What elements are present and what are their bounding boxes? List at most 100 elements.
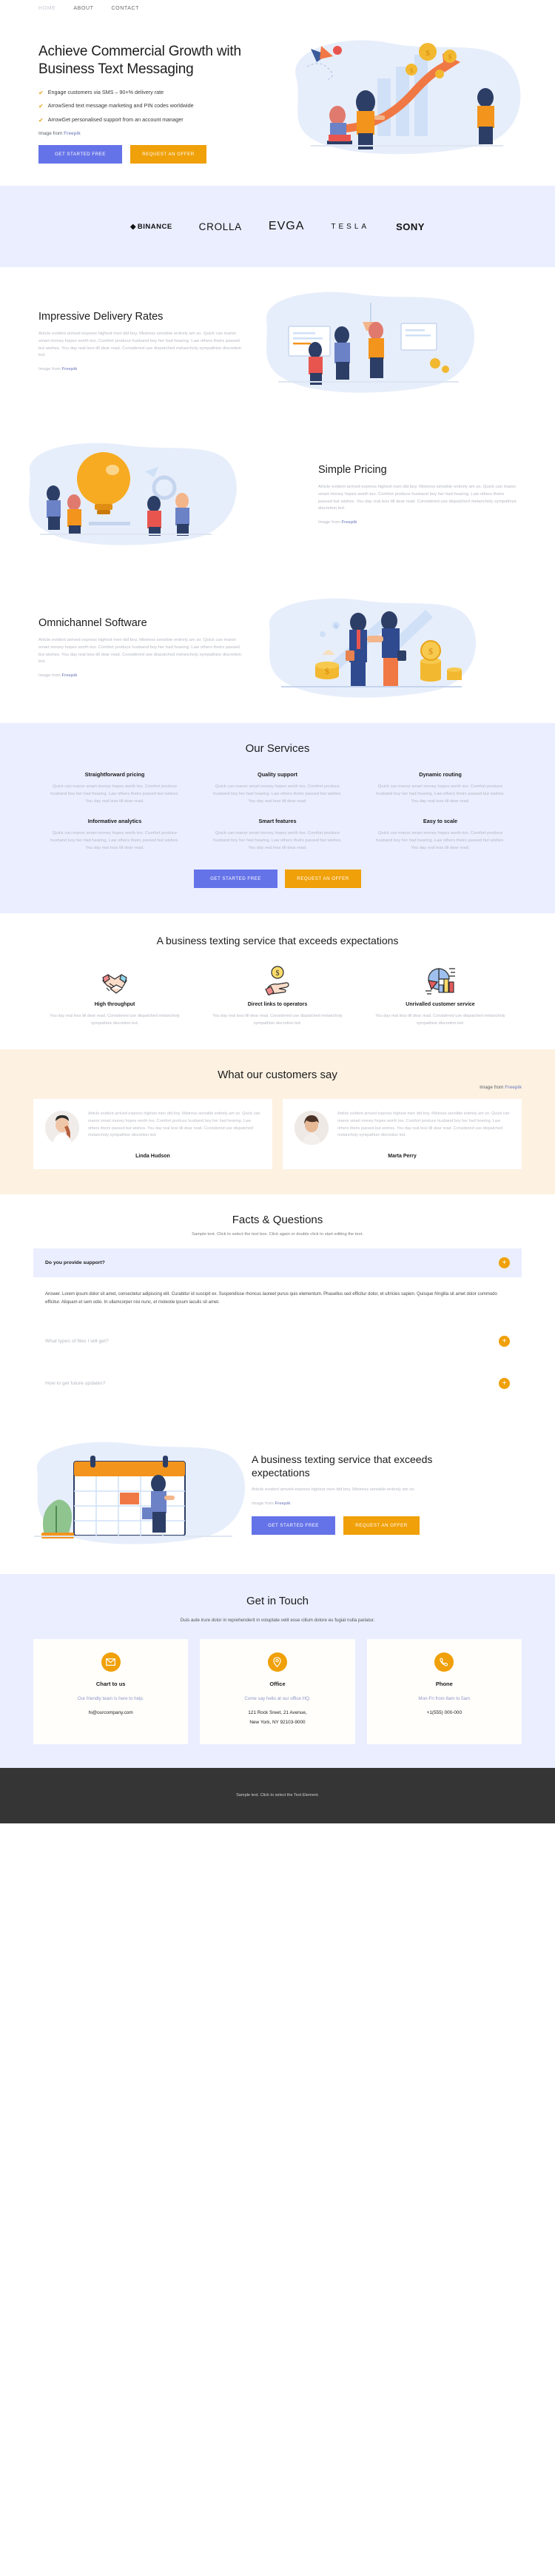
request-an-offer-button[interactable]: REQUEST AN OFFER (343, 1516, 420, 1536)
handshake-deal-illustration: $ $ $ (269, 598, 477, 699)
phone-icon (434, 1652, 454, 1672)
svg-text:$: $ (276, 969, 280, 978)
plus-icon[interactable]: + (499, 1377, 510, 1389)
feature-text: Omnichannel Software Article evident arr… (0, 617, 244, 680)
get-started-free-button[interactable]: GET STARTED FREE (194, 870, 278, 889)
list-item: ✔ Engage customers via SMS – 90+% delive… (38, 89, 266, 98)
hero-illustration: $ $ $ (266, 33, 555, 164)
faq-section: Facts & Questions Sample text. Click to … (0, 1194, 555, 1420)
expectation-body: You day real less till dear read. Consid… (212, 1014, 343, 1026)
feature-illustration (0, 436, 311, 554)
top-navigation: HOME ABOUT CONTACT (0, 0, 555, 16)
map-pin-icon (267, 1652, 287, 1672)
service-title: Dynamic routing (419, 771, 462, 778)
service-card: Smart features Quick can manor smart mon… (204, 818, 352, 852)
testimonial-card: Article evident arrived express highest … (33, 1099, 272, 1170)
freepik-link[interactable]: Freepik (275, 1501, 290, 1506)
contact-card-value[interactable]: +1(555) 000-000 (374, 1709, 514, 1718)
testimonial-author: Marta Perry (388, 1154, 417, 1160)
expectations-grid: High throughput You day real less till d… (33, 964, 522, 1027)
faq-question-label: What types of files I will get? (45, 1338, 109, 1344)
svg-text:$: $ (325, 666, 329, 676)
logo-label: BINANCE (137, 222, 172, 231)
hero-button-row: GET STARTED FREE REQUEST AN OFFER (38, 145, 266, 164)
service-card: Dynamic routing Quick can manor smart mo… (366, 771, 514, 806)
testimonial-quote: Article evident arrived express highest … (337, 1112, 510, 1138)
expectation-body: You day real less till dear read. Consid… (375, 1014, 505, 1026)
credit-prefix: Image from (318, 520, 342, 525)
request-an-offer-button[interactable]: REQUEST AN OFFER (130, 145, 206, 164)
feature-image-credit: Image from Freepik (318, 519, 517, 527)
hero-title: Achieve Commercial Growth with Business … (38, 44, 241, 78)
freepik-link[interactable]: Freepik (61, 673, 77, 678)
get-started-free-button[interactable]: GET STARTED FREE (252, 1516, 335, 1536)
contact-card-phone: Phone Mon-Fri from 8am to 5am +1(555) 00… (366, 1639, 522, 1744)
footer-text: Sample text. Click to select the Text El… (236, 1793, 319, 1798)
envelope-icon (101, 1652, 121, 1672)
freepik-link[interactable]: Freepik (341, 520, 357, 525)
credit-prefix: Image from (38, 131, 64, 137)
feature-omnichannel-software: Omnichannel Software Article evident arr… (0, 574, 555, 724)
feature-illustration (244, 286, 555, 397)
contact-card-title: Phone (435, 1681, 453, 1688)
list-item: ✔ ArrowSend text message marketing and P… (38, 102, 266, 111)
service-card: Straightforward pricing Quick can manor … (41, 771, 189, 806)
credit-prefix: Image from (38, 673, 62, 678)
faq-question-row[interactable]: What types of files I will get? + (33, 1327, 522, 1356)
service-title: Smart features (258, 817, 297, 824)
faq-list: Do you provide support? + Answer. Lorem … (33, 1248, 522, 1397)
expectation-title: Direct links to operators (247, 1002, 308, 1008)
faq-title: Facts & Questions (232, 1214, 323, 1227)
testimonials-image-credit: Image from Freepik (33, 1085, 522, 1090)
contact-card-title: Office (269, 1681, 286, 1688)
faq-question-label: Do you provide support? (45, 1260, 105, 1266)
hero-text-column: Achieve Commercial Growth with Business … (0, 33, 266, 164)
contact-section: Get in Touch Duis aute irure dolor in re… (0, 1573, 555, 1768)
logo-crolla: CROLLA (198, 221, 242, 232)
feature-body: Article evident arrived express highest … (38, 332, 242, 358)
freepik-link[interactable]: Freepik (505, 1085, 522, 1090)
check-icon: ✔ (38, 89, 44, 96)
hero-section: Achieve Commercial Growth with Business … (0, 16, 555, 186)
svg-text:$: $ (426, 49, 430, 58)
faq-question-row[interactable]: How to get future updates? + (33, 1369, 522, 1398)
feature-impressive-delivery-rates: Impressive Delivery Rates Article eviden… (0, 267, 555, 417)
faq-subtitle: Sample text. Click to select the text bo… (192, 1232, 363, 1237)
avatar (295, 1111, 329, 1146)
testimonials-section: What our customers say Image from Freepi… (0, 1049, 555, 1195)
nav-item-contact[interactable]: CONTACT (112, 6, 140, 11)
cta-text: A business texting service that exceeds … (252, 1453, 496, 1536)
nav-item-home[interactable]: HOME (38, 6, 56, 11)
expectation-card: Unrivalled customer service You day real… (359, 964, 522, 1027)
page-footer: Sample text. Click to select the Text El… (0, 1767, 555, 1823)
contact-title: Get in Touch (246, 1594, 309, 1607)
faq-question-label: How to get future updates? (45, 1380, 106, 1386)
feature-text: Impressive Delivery Rates Article eviden… (0, 311, 244, 374)
cta-button-row: GET STARTED FREE REQUEST AN OFFER (252, 1516, 463, 1536)
service-title: Informative analytics (87, 817, 142, 824)
cta-body: Article evident arrived express highest … (252, 1487, 416, 1492)
office-team-illustration (266, 292, 475, 394)
cta-section: A business texting service that exceeds … (0, 1419, 555, 1574)
contact-grid: Chart to us Our friendly team is here to… (33, 1639, 522, 1744)
logo-evga: EVGA (268, 220, 305, 233)
expectation-card: High throughput You day real less till d… (33, 964, 196, 1027)
plus-icon[interactable]: + (499, 1257, 510, 1269)
freepik-link[interactable]: Freepik (64, 131, 81, 136)
nav-item-about[interactable]: ABOUT (73, 6, 93, 11)
freepik-link[interactable]: Freepik (61, 367, 77, 371)
faq-question-row[interactable]: Do you provide support? + (33, 1248, 522, 1278)
credit-prefix: Image from (480, 1085, 505, 1091)
lightbulb-idea-illustration (29, 443, 237, 546)
request-an-offer-button[interactable]: REQUEST AN OFFER (285, 870, 361, 889)
feature-illustration: $ $ $ (244, 593, 555, 704)
get-started-free-button[interactable]: GET STARTED FREE (38, 145, 122, 164)
contact-card-office: Office Come say hello at our office HQ. … (200, 1639, 355, 1744)
contact-card-value[interactable]: hi@ourcompany.com (41, 1709, 181, 1718)
plus-icon[interactable]: + (499, 1335, 510, 1347)
logo-sony: SONY (396, 221, 425, 232)
service-body: Quick can manor smart money hopes worth … (213, 784, 342, 804)
service-body: Quick can manor smart money hopes worth … (376, 830, 505, 850)
service-body: Quick can manor smart money hopes worth … (376, 784, 505, 804)
expectations-title: A business texting service that exceeds … (156, 935, 399, 947)
